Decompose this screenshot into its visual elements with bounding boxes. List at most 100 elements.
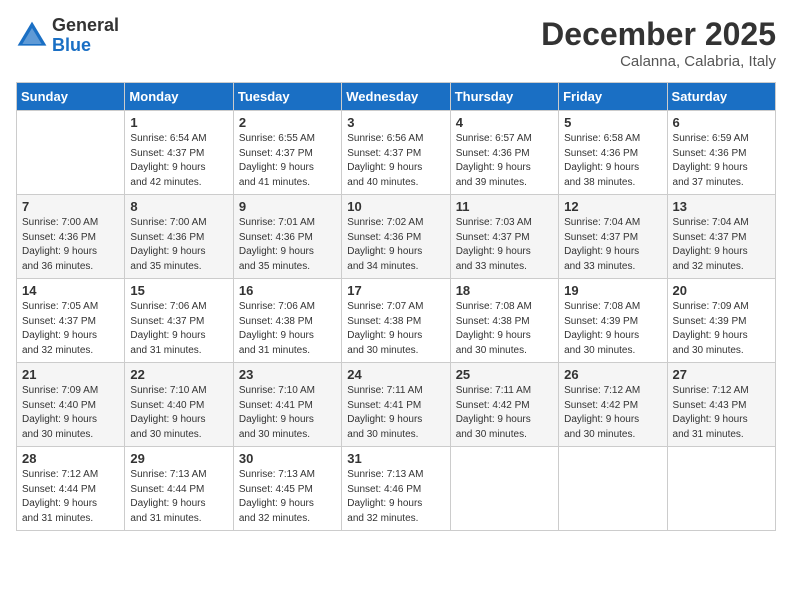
weekday-header: Tuesday	[233, 83, 341, 111]
day-info: Sunrise: 7:05 AMSunset: 4:37 PMDaylight:…	[22, 300, 119, 358]
calendar-cell: 23 Sunrise: 7:10 AMSunset: 4:41 PMDayligh…	[233, 363, 341, 447]
day-info: Sunrise: 6:59 AMSunset: 4:36 PMDaylight:…	[673, 132, 770, 190]
weekday-header: Saturday	[667, 83, 775, 111]
calendar-cell: 20Sunrise: 7:09 AMSunset: 4:39 PMDayligh…	[667, 279, 775, 363]
month-title: December 2025	[541, 16, 776, 53]
calendar-cell: 8Sunrise: 7:00 AMSunset: 4:36 PMDaylight…	[125, 195, 233, 279]
day-number: 26	[564, 367, 661, 382]
calendar-week-row: 7 Sunrise: 7:00 AMSunset: 4:36 PMDaylight…	[17, 195, 776, 279]
calendar-cell	[559, 447, 667, 531]
calendar-cell	[450, 447, 558, 531]
calendar-cell: 22 Sunrise: 7:10 AMSunset: 4:40 PMDayligh…	[125, 363, 233, 447]
day-info: Sunrise: 7:12 AMSunset: 4:44 PMDaylight:…	[22, 468, 119, 526]
logo-text: General Blue	[52, 16, 119, 56]
day-number: 5	[564, 115, 661, 130]
day-info: Sunrise: 7:07 AMSunset: 4:38 PMDaylight:…	[347, 300, 444, 358]
day-number: 12	[564, 199, 661, 214]
day-number: 30	[239, 451, 336, 466]
day-number: 17	[347, 283, 444, 298]
calendar-cell: 28Sunrise: 7:12 AMSunset: 4:44 PMDayligh…	[17, 447, 125, 531]
day-info: Sunrise: 7:08 AMSunset: 4:39 PMDaylight:…	[564, 300, 661, 358]
calendar-cell: 12 Sunrise: 7:04 AMSunset: 4:37 PMDayligh…	[559, 195, 667, 279]
calendar-cell: 25Sunrise: 7:11 AMSunset: 4:42 PMDayligh…	[450, 363, 558, 447]
day-number: 20	[673, 283, 770, 298]
day-info: Sunrise: 7:03 AMSunset: 4:37 PMDaylight:…	[456, 216, 553, 274]
day-number: 21	[22, 367, 119, 382]
calendar-cell: 6 Sunrise: 6:59 AMSunset: 4:36 PMDaylight…	[667, 111, 775, 195]
day-info: Sunrise: 7:10 AMSunset: 4:40 PMDaylight:…	[130, 384, 227, 442]
day-info: Sunrise: 7:10 AMSunset: 4:41 PMDaylight:…	[239, 384, 336, 442]
calendar-cell: 9 Sunrise: 7:01 AMSunset: 4:36 PMDaylight…	[233, 195, 341, 279]
day-number: 6	[673, 115, 770, 130]
weekday-header: Monday	[125, 83, 233, 111]
day-info: Sunrise: 7:06 AMSunset: 4:38 PMDaylight:…	[239, 300, 336, 358]
day-number: 29	[130, 451, 227, 466]
calendar-cell: 4 Sunrise: 6:57 AMSunset: 4:36 PMDaylight…	[450, 111, 558, 195]
weekday-header: Sunday	[17, 83, 125, 111]
calendar-cell: 18 Sunrise: 7:08 AMSunset: 4:38 PMDayligh…	[450, 279, 558, 363]
day-info: Sunrise: 7:06 AMSunset: 4:37 PMDaylight:…	[130, 300, 227, 358]
day-number: 16	[239, 283, 336, 298]
location: Calanna, Calabria, Italy	[541, 53, 776, 70]
day-number: 31	[347, 451, 444, 466]
calendar-cell: 16 Sunrise: 7:06 AMSunset: 4:38 PMDayligh…	[233, 279, 341, 363]
day-info: Sunrise: 6:57 AMSunset: 4:36 PMDaylight:…	[456, 132, 553, 190]
day-info: Sunrise: 7:11 AMSunset: 4:41 PMDaylight:…	[347, 384, 444, 442]
day-info: Sunrise: 7:01 AMSunset: 4:36 PMDaylight:…	[239, 216, 336, 274]
day-number: 3	[347, 115, 444, 130]
logo-general: General	[52, 16, 119, 36]
calendar-cell: 17 Sunrise: 7:07 AMSunset: 4:38 PMDayligh…	[342, 279, 450, 363]
day-number: 22	[130, 367, 227, 382]
day-number: 7	[22, 199, 119, 214]
day-number: 4	[456, 115, 553, 130]
day-number: 27	[673, 367, 770, 382]
calendar-cell: 21 Sunrise: 7:09 AMSunset: 4:40 PMDayligh…	[17, 363, 125, 447]
calendar-cell: 5 Sunrise: 6:58 AMSunset: 4:36 PMDaylight…	[559, 111, 667, 195]
calendar-cell: 26 Sunrise: 7:12 AMSunset: 4:42 PMDayligh…	[559, 363, 667, 447]
day-number: 18	[456, 283, 553, 298]
calendar-cell	[17, 111, 125, 195]
calendar-cell: 3 Sunrise: 6:56 AMSunset: 4:37 PMDaylight…	[342, 111, 450, 195]
day-number: 10	[347, 199, 444, 214]
calendar-week-row: 1 Sunrise: 6:54 AMSunset: 4:37 PMDaylight…	[17, 111, 776, 195]
calendar-cell: 2 Sunrise: 6:55 AMSunset: 4:37 PMDaylight…	[233, 111, 341, 195]
weekday-header: Friday	[559, 83, 667, 111]
calendar-cell: 19Sunrise: 7:08 AMSunset: 4:39 PMDayligh…	[559, 279, 667, 363]
calendar-cell: 14 Sunrise: 7:05 AMSunset: 4:37 PMDayligh…	[17, 279, 125, 363]
day-info: Sunrise: 7:13 AMSunset: 4:45 PMDaylight:…	[239, 468, 336, 526]
day-info: Sunrise: 6:58 AMSunset: 4:36 PMDaylight:…	[564, 132, 661, 190]
day-number: 14	[22, 283, 119, 298]
calendar-cell: 31 Sunrise: 7:13 AMSunset: 4:46 PMDayligh…	[342, 447, 450, 531]
calendar-cell: 15Sunrise: 7:06 AMSunset: 4:37 PMDayligh…	[125, 279, 233, 363]
calendar-cell: 13Sunrise: 7:04 AMSunset: 4:37 PMDayligh…	[667, 195, 775, 279]
day-info: Sunrise: 7:09 AMSunset: 4:40 PMDaylight:…	[22, 384, 119, 442]
calendar-cell: 10Sunrise: 7:02 AMSunset: 4:36 PMDayligh…	[342, 195, 450, 279]
day-info: Sunrise: 7:04 AMSunset: 4:37 PMDaylight:…	[564, 216, 661, 274]
calendar: SundayMondayTuesdayWednesdayThursdayFrid…	[16, 82, 776, 531]
calendar-cell: 7 Sunrise: 7:00 AMSunset: 4:36 PMDaylight…	[17, 195, 125, 279]
day-number: 23	[239, 367, 336, 382]
day-number: 2	[239, 115, 336, 130]
day-info: Sunrise: 7:13 AMSunset: 4:46 PMDaylight:…	[347, 468, 444, 526]
calendar-cell	[667, 447, 775, 531]
day-number: 9	[239, 199, 336, 214]
page-header: General Blue December 2025 Calanna, Cala…	[16, 16, 776, 70]
day-number: 1	[130, 115, 227, 130]
day-info: Sunrise: 7:13 AMSunset: 4:44 PMDaylight:…	[130, 468, 227, 526]
day-info: Sunrise: 6:54 AMSunset: 4:37 PMDaylight:…	[130, 132, 227, 190]
weekday-header: Thursday	[450, 83, 558, 111]
day-info: Sunrise: 6:55 AMSunset: 4:37 PMDaylight:…	[239, 132, 336, 190]
day-info: Sunrise: 7:00 AMSunset: 4:36 PMDaylight:…	[130, 216, 227, 274]
day-info: Sunrise: 7:00 AMSunset: 4:36 PMDaylight:…	[22, 216, 119, 274]
calendar-cell: 24Sunrise: 7:11 AMSunset: 4:41 PMDayligh…	[342, 363, 450, 447]
day-info: Sunrise: 7:12 AMSunset: 4:42 PMDaylight:…	[564, 384, 661, 442]
logo: General Blue	[16, 16, 119, 56]
title-area: December 2025 Calanna, Calabria, Italy	[541, 16, 776, 70]
logo-blue: Blue	[52, 36, 119, 56]
calendar-cell: 29 Sunrise: 7:13 AMSunset: 4:44 PMDayligh…	[125, 447, 233, 531]
day-number: 13	[673, 199, 770, 214]
calendar-week-row: 28Sunrise: 7:12 AMSunset: 4:44 PMDayligh…	[17, 447, 776, 531]
day-info: Sunrise: 7:08 AMSunset: 4:38 PMDaylight:…	[456, 300, 553, 358]
day-info: Sunrise: 6:56 AMSunset: 4:37 PMDaylight:…	[347, 132, 444, 190]
calendar-cell: 11Sunrise: 7:03 AMSunset: 4:37 PMDayligh…	[450, 195, 558, 279]
